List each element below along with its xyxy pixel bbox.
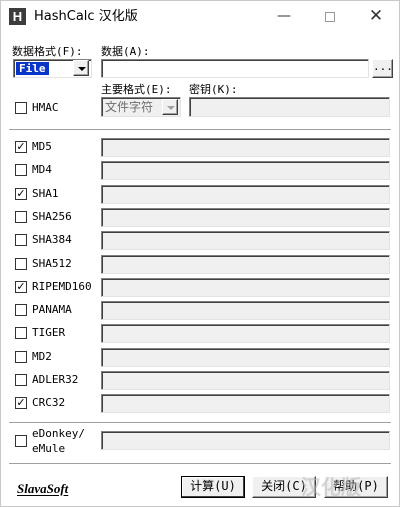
window-title: HashCalc 汉化版 (34, 9, 138, 24)
data-format-label: 数据格式(F): (12, 45, 83, 58)
close-icon: ✕ (368, 6, 384, 26)
algorithm-result[interactable] (101, 255, 390, 274)
separator (9, 463, 391, 465)
algorithm-checkbox[interactable]: ✓ (15, 281, 27, 293)
separator (9, 422, 391, 424)
close-button[interactable]: 关闭(C) (252, 476, 316, 498)
algorithm-checkbox[interactable]: ✓ (15, 141, 27, 153)
edonkey-result[interactable] (101, 431, 390, 450)
edonkey-label-line1: eDonkey/ (32, 427, 85, 440)
algorithm-checkbox[interactable] (15, 351, 27, 363)
title-bar: H HashCalc 汉化版 — ✕ (1, 1, 399, 32)
algorithm-label: SHA384 (32, 233, 72, 246)
slavasoft-logo: SlavaSoft (17, 481, 69, 496)
algorithm-label: MD2 (32, 350, 52, 363)
data-input[interactable] (101, 59, 369, 78)
maximize-icon (325, 11, 335, 22)
close-window-button[interactable]: ✕ (353, 1, 399, 32)
help-button[interactable]: 帮助(P) (324, 476, 388, 498)
algorithm-checkbox[interactable] (15, 374, 27, 386)
calculate-button[interactable]: 计算(U) (181, 476, 245, 498)
algorithm-checkbox[interactable] (15, 258, 27, 270)
key-label: 密钥(K): (189, 83, 238, 96)
hmac-label: HMAC (32, 101, 59, 114)
chevron-down-icon[interactable] (73, 60, 89, 76)
algorithm-checkbox[interactable] (15, 234, 27, 246)
data-format-value: File (16, 62, 49, 75)
data-format-select[interactable]: File (13, 59, 92, 78)
algorithm-result[interactable] (101, 208, 390, 227)
algorithm-label: ADLER32 (32, 373, 79, 386)
minimize-button[interactable]: — (261, 1, 307, 32)
algorithm-checkbox[interactable] (15, 164, 27, 176)
algorithm-checkbox[interactable] (15, 327, 27, 339)
algorithm-label: SHA1 (32, 187, 59, 200)
key-format-value: 文件字符 (105, 100, 154, 114)
algorithm-checkbox[interactable]: ✓ (15, 188, 27, 200)
hmac-checkbox[interactable] (15, 102, 27, 114)
browse-button[interactable]: ... (372, 59, 393, 78)
minimize-icon: — (277, 8, 291, 24)
key-input[interactable] (189, 97, 390, 117)
key-format-label: 主要格式(E): (101, 83, 172, 96)
app-icon: H (9, 8, 26, 25)
separator (9, 129, 391, 131)
algorithm-result[interactable] (101, 348, 390, 367)
algorithm-label: TIGER (32, 326, 66, 339)
algorithm-label: MD4 (32, 163, 52, 176)
algorithm-result[interactable] (101, 371, 390, 390)
algorithm-result[interactable] (101, 301, 390, 320)
algorithm-label: PANAMA (32, 303, 72, 316)
algorithm-result[interactable] (101, 394, 390, 413)
algorithm-checkbox[interactable] (15, 304, 27, 316)
algorithm-label: RIPEMD160 (32, 280, 92, 293)
algorithm-result[interactable] (101, 138, 390, 157)
algorithm-result[interactable] (101, 324, 390, 343)
hashcalc-window: H HashCalc 汉化版 — ✕ 数据格式(F): File 数据(A): … (0, 0, 400, 507)
edonkey-label-line2: eMule (32, 442, 66, 455)
data-label: 数据(A): (101, 45, 150, 58)
algorithm-result[interactable] (101, 185, 390, 204)
algorithm-result[interactable] (101, 278, 390, 297)
maximize-button[interactable] (307, 1, 353, 32)
algorithm-label: MD5 (32, 140, 52, 153)
algorithm-checkbox[interactable] (15, 211, 27, 223)
algorithm-result[interactable] (101, 231, 390, 250)
edonkey-checkbox[interactable] (15, 435, 27, 447)
algorithm-label: CRC32 (32, 396, 66, 409)
algorithm-label: SHA256 (32, 210, 72, 223)
chevron-down-icon[interactable] (162, 99, 178, 115)
key-format-select[interactable]: 文件字符 (101, 97, 181, 117)
algorithm-label: SHA512 (32, 257, 72, 270)
algorithm-result[interactable] (101, 161, 390, 180)
algorithm-checkbox[interactable]: ✓ (15, 397, 27, 409)
